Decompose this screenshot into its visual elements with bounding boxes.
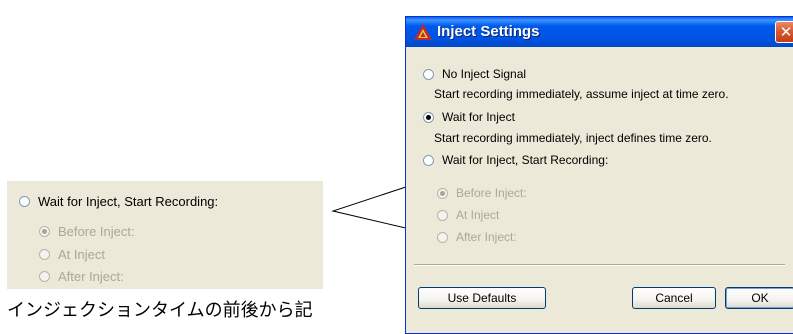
zoom-suboption-label: Before Inject: [58, 224, 135, 239]
inject-settings-dialog: Inject Settings ✕ No Inject Signal Start… [405, 16, 793, 334]
title-bar[interactable]: Inject Settings ✕ [406, 17, 793, 47]
radio-icon[interactable] [437, 209, 448, 221]
cancel-button[interactable]: Cancel [632, 287, 716, 309]
radio-icon[interactable] [39, 249, 50, 260]
radio-icon[interactable] [423, 68, 434, 80]
option-label: Wait for Inject [442, 110, 515, 124]
zoom-suboption-label: After Inject: [58, 269, 124, 284]
clipped-text-fragment [35, 181, 305, 184]
suboption-label: After Inject: [456, 230, 517, 244]
separator [414, 264, 785, 266]
caption-text: インジェクションタイムの前後から記 [7, 300, 313, 321]
suboption-after-inject[interactable]: After Inject: [437, 230, 517, 244]
suboption-before-inject[interactable]: Before Inject: [437, 186, 527, 200]
dialog-title: Inject Settings [437, 23, 540, 40]
zoomed-excerpt: Wait for Inject, Start Recording: Before… [7, 181, 323, 289]
radio-checked-icon[interactable] [423, 111, 434, 123]
radio-icon[interactable] [423, 154, 434, 166]
zoom-suboption-after-inject[interactable]: After Inject: [39, 269, 124, 284]
option-label: No Inject Signal [442, 67, 527, 81]
close-button[interactable]: ✕ [775, 21, 793, 43]
option-label: Wait for Inject, Start Recording: [442, 153, 609, 167]
zoom-suboption-at-inject[interactable]: At Inject [39, 247, 105, 262]
ok-button[interactable]: OK [725, 287, 793, 309]
option-no-inject-signal[interactable]: No Inject Signal [423, 67, 526, 81]
zoom-option-label: Wait for Inject, Start Recording: [38, 194, 219, 209]
app-icon [414, 24, 432, 40]
option-wait-start-recording[interactable]: Wait for Inject, Start Recording: [423, 153, 608, 167]
radio-icon[interactable] [19, 196, 30, 207]
zoom-suboption-label: At Inject [58, 247, 105, 262]
suboption-at-inject[interactable]: At Inject [437, 208, 499, 222]
suboption-label: Before Inject: [456, 186, 527, 200]
radio-checked-icon[interactable] [437, 187, 448, 199]
option-description: Start recording immediately, assume inje… [434, 87, 729, 101]
radio-icon[interactable] [437, 231, 448, 243]
radio-icon[interactable] [39, 271, 50, 282]
option-wait-for-inject[interactable]: Wait for Inject [423, 110, 515, 124]
use-defaults-button[interactable]: Use Defaults [418, 287, 546, 309]
zoom-option-wait-start-recording[interactable]: Wait for Inject, Start Recording: [19, 194, 218, 209]
dialog-body: No Inject Signal Start recording immedia… [406, 47, 793, 333]
option-description: Start recording immediately, inject defi… [434, 131, 712, 145]
zoom-suboption-before-inject[interactable]: Before Inject: [39, 224, 135, 239]
radio-checked-icon[interactable] [39, 226, 50, 237]
close-icon: ✕ [779, 23, 793, 41]
suboption-label: At Inject [456, 208, 500, 222]
